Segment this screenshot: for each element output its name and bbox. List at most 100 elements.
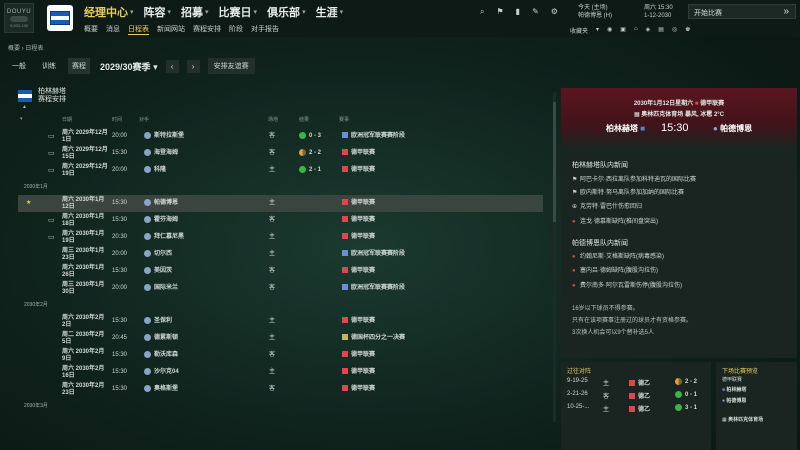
gear-icon[interactable]: ⚙ [551, 7, 558, 17]
collapse-icon[interactable]: ▲ [22, 104, 27, 110]
table-row[interactable]: 周三 2030年1月 23日 20:00 切尔西 主 欧洲冠军联赛赛阶段 [18, 246, 543, 263]
competition-cell[interactable]: 德甲联赛 [342, 145, 375, 162]
subnav-stages[interactable]: 阶段 [229, 24, 243, 35]
subnav-schedule[interactable]: 日程表 [128, 24, 149, 35]
next-match-preview[interactable]: 下场比赛预览 德甲联赛 ■ 柏林赫塔 ● 帕德博恩 ▦ 奥林匹克体育场 [716, 362, 797, 450]
past-meeting-row[interactable]: 9-19-25 主 德乙 2 - 2 [567, 378, 707, 390]
competition-cell[interactable]: 德甲联赛 [342, 347, 375, 364]
table-row[interactable]: ▭ 周六 2029年12月 15日 15:30 海登海姆 客 2 - 2 德甲联赛 [18, 145, 543, 162]
past-meeting-row[interactable]: 2-21-26 客 德乙 0 - 1 [567, 391, 707, 403]
nav-matchday[interactable]: 比赛日 ▾ [219, 4, 258, 20]
table-row[interactable]: ▭ 周六 2029年12月 19日 20:00 科隆 主 2 - 1 德甲联赛 [18, 162, 543, 179]
subnav-fixtures[interactable]: 赛程安排 [193, 24, 221, 35]
competition-cell[interactable]: 德甲联赛 [342, 162, 375, 179]
news-item[interactable]: ● 连戈·德慕斯缺阵(椎间盘突出) [572, 216, 658, 225]
col-venue[interactable]: 场地 [268, 116, 278, 123]
col-result[interactable]: 结果 [299, 116, 309, 123]
table-row[interactable]: 周六 2030年2月 23日 15:30 奥格斯堡 客 德甲联赛 [18, 381, 543, 398]
opponent-cell[interactable]: 海登海姆 [144, 145, 178, 162]
subnav-overview[interactable]: 概要 [84, 24, 98, 35]
opponent-cell[interactable]: 国际米兰 [144, 280, 178, 297]
search-icon[interactable]: ⌕ [480, 7, 484, 17]
competition-cell[interactable]: 德甲联赛 [342, 364, 375, 381]
opponent-cell[interactable]: 帕德博恩 [144, 195, 178, 212]
table-row[interactable]: ▭ 周六 2029年12月 1日 20:00 斯特拉斯堡 客 0 - 3 欧洲冠军联赛赛阶段 [18, 128, 543, 145]
opponent-cell[interactable]: 切尔西 [144, 246, 172, 263]
table-row[interactable]: 周六 2030年2月 2日 15:30 圣保利 主 德甲联赛 [18, 313, 543, 330]
tab-general[interactable]: 一般 [8, 58, 30, 74]
table-row[interactable]: ★ 周六 2030年1月 12日 15:30 帕德博恩 主 德甲联赛 [18, 195, 543, 212]
news-item[interactable]: ● 约翰尼斯·艾格斯缺阵(病毒感染) [572, 251, 664, 260]
opponent-cell[interactable]: 斯特拉斯堡 [144, 128, 184, 145]
col-date[interactable]: 日期 [62, 116, 72, 123]
tab-training[interactable]: 训练 [38, 58, 60, 74]
opponent-cell[interactable]: 德累斯顿 [144, 330, 178, 347]
breadcrumb[interactable]: 概要 › 日程表 [8, 43, 43, 52]
table-row[interactable]: 周三 2030年1月 30日 20:00 国际米兰 客 欧洲冠军联赛赛阶段 [18, 280, 543, 297]
subnav-inbox[interactable]: 消息 [106, 24, 120, 35]
person-icon[interactable]: ◉ [607, 26, 612, 35]
house-icon[interactable]: ⌂ [634, 26, 638, 35]
nav-career[interactable]: 生涯 ▾ [316, 4, 344, 20]
competition-cell[interactable]: 德甲联赛 [342, 195, 375, 212]
opponent-cell[interactable]: 美因茨 [144, 263, 172, 280]
competition-cell[interactable]: 欧洲冠军联赛赛阶段 [342, 280, 405, 297]
nav-manager-center[interactable]: 经理中心 ▾ [84, 4, 134, 20]
subnav-news[interactable]: 新闻网站 [157, 24, 185, 35]
scrollbar[interactable] [553, 92, 556, 422]
away-team[interactable]: ● 帕德博恩 [713, 123, 752, 134]
opponent-cell[interactable]: 霍芬海姆 [144, 212, 178, 229]
favorites-button[interactable]: 收藏夹 [570, 26, 588, 35]
scroll-thumb[interactable] [553, 102, 556, 222]
opponent-cell[interactable]: 拜仁慕尼黑 [144, 229, 184, 246]
col-time[interactable]: 时间 [112, 116, 122, 123]
chart-icon[interactable]: ▤ [658, 26, 664, 35]
season-select[interactable]: 2029/30赛季 ▾ [100, 60, 158, 73]
table-row[interactable]: ▭ 周六 2030年1月 19日 20:30 拜仁慕尼黑 主 德甲联赛 [18, 229, 543, 246]
news-item[interactable]: ⚑ 欧内斯特·努马离队参加加纳的国际比赛 [572, 187, 684, 196]
stadium-icon[interactable]: ◎ [672, 26, 677, 35]
nav-squad[interactable]: 阵容 ▾ [144, 4, 172, 20]
opponent-cell[interactable]: 奥格斯堡 [144, 381, 178, 398]
sort-icon[interactable]: ▾ [20, 116, 23, 122]
competition-cell[interactable]: 德甲联赛 [342, 381, 375, 398]
competition-cell[interactable]: 德甲联赛 [342, 263, 375, 280]
news-item[interactable]: ⚑ 阿巴卡尔·西拉离队参加科特迪瓦的国际比赛 [572, 174, 696, 183]
past-meeting-row[interactable]: 10-25-... 主 德乙 3 - 1 [567, 404, 707, 416]
col-competition[interactable]: 赛事 [339, 116, 349, 123]
competition-cell[interactable]: 欧洲冠军联赛赛阶段 [342, 128, 405, 145]
flag-icon[interactable]: ⚑ [496, 7, 503, 17]
opponent-cell[interactable]: 圣保利 [144, 313, 172, 330]
competition-cell[interactable]: 德国杯四分之一决赛 [342, 330, 405, 347]
bookmark-icon[interactable]: ▮ [516, 7, 520, 17]
opponent-cell[interactable]: 沙尔克04 [144, 364, 179, 381]
prev-button[interactable]: ‹ [165, 59, 179, 73]
competition-cell[interactable]: 德甲联赛 [342, 313, 375, 330]
table-row[interactable]: 周二 2030年2月 5日 20:45 德累斯顿 主 德国杯四分之一决赛 [18, 330, 543, 347]
arrange-friendly-button[interactable]: 安排友谊赛 [207, 58, 255, 74]
opponent-cell[interactable]: 勒沃库森 [144, 347, 178, 364]
continue-button[interactable]: 开始比赛 » [688, 4, 796, 19]
competition-cell[interactable]: 德甲联赛 [342, 212, 375, 229]
news-item[interactable]: ⊕ 克劳特·雷巴什伤愈回归 [572, 201, 642, 210]
news-item[interactable]: ● 塞内吕·德姆缺阵(腹股沟拉伤) [572, 265, 658, 274]
col-opponent[interactable]: 对手 [139, 116, 149, 123]
club-badge[interactable] [47, 5, 73, 31]
shield-icon[interactable]: ◈ [646, 26, 651, 35]
chevron-down-icon[interactable]: ▾ [596, 26, 599, 35]
subnav-opponent-report[interactable]: 对手报告 [251, 24, 279, 35]
table-row[interactable]: 周六 2030年2月 9日 15:30 勒沃库森 客 德甲联赛 [18, 347, 543, 364]
pen-icon[interactable]: ✎ [532, 7, 539, 17]
trophy-icon[interactable]: ♚ [685, 26, 690, 35]
tab-fixtures[interactable]: 赛程 [68, 58, 90, 74]
nav-recruit[interactable]: 招募 ▾ [181, 4, 209, 20]
news-item[interactable]: ● 费尔南多·阿尔瓦雷斯伤停(腹股沟拉伤) [572, 280, 682, 289]
competition-cell[interactable]: 欧洲冠军联赛赛阶段 [342, 246, 405, 263]
opponent-cell[interactable]: 科隆 [144, 162, 166, 179]
next-button[interactable]: › [186, 59, 200, 73]
competition-cell[interactable]: 德甲联赛 [342, 229, 375, 246]
table-row[interactable]: ▭ 周六 2030年1月 18日 15:30 霍芬海姆 客 德甲联赛 [18, 212, 543, 229]
nav-club[interactable]: 俱乐部 ▾ [267, 4, 306, 20]
home-team[interactable]: 柏林赫塔 ■ [606, 123, 645, 134]
table-row[interactable]: 周六 2030年2月 16日 15:30 沙尔克04 主 德甲联赛 [18, 364, 543, 381]
